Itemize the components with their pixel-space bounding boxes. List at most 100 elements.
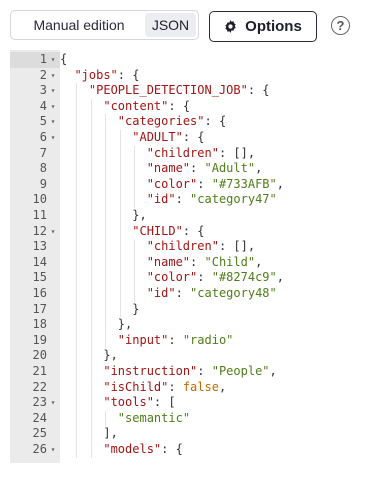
line-number: 17 [32, 301, 47, 316]
code-line: 21 "instruction": "People", [10, 364, 365, 380]
code-line: 5 ▾ "categories": { [10, 114, 365, 130]
indent-guide [134, 239, 136, 255]
indent-guide [76, 348, 78, 364]
indent-guide [76, 208, 78, 224]
indent-guide [134, 254, 136, 271]
fold-toggle-icon[interactable]: ▾ [48, 99, 58, 115]
fold-toggle-icon[interactable]: ▾ [48, 52, 58, 68]
code-content: "children": [], [147, 239, 255, 255]
code-token: : { [204, 114, 227, 129]
code-token: : [197, 176, 212, 191]
indent-guide [105, 332, 107, 349]
code-token: , [255, 254, 263, 269]
code-content: "instruction": "People", [103, 364, 276, 380]
indent-guide [105, 161, 107, 177]
indent-guide [76, 270, 78, 286]
code-token: "Child" [204, 254, 256, 269]
code-content: } [132, 302, 139, 318]
indent-guide [76, 442, 78, 458]
code-token: : { [117, 67, 140, 82]
code-content: "id": "category48" [147, 286, 277, 302]
code-token: : [190, 254, 205, 269]
indent-guide [90, 442, 92, 458]
code-token: "content" [103, 98, 169, 113]
code-line: 18}, [10, 317, 365, 333]
code-content: { [60, 52, 67, 68]
json-editor[interactable]: 1 ▾{2 ▾ "jobs": {3 ▾ "PEOPLE_DETECTION_JOB": … [10, 50, 365, 463]
fold-toggle-icon[interactable]: ▾ [48, 442, 58, 458]
code-token: "PEOPLE_DETECTION_JOB" [88, 83, 248, 98]
code-token: "CHILD" [132, 223, 183, 238]
code-token: : [ [153, 395, 176, 410]
indent-guide [76, 223, 78, 240]
code-token: : [], [218, 239, 256, 254]
code-line: 3 ▾ "PEOPLE_DETECTION_JOB": { [10, 83, 365, 99]
code-content: "PEOPLE_DETECTION_JOB": { [89, 83, 270, 99]
code-token: "children" [146, 239, 219, 254]
code-line: 17} [10, 301, 365, 318]
code-content: "semantic" [118, 411, 190, 427]
fold-toggle-icon[interactable]: ▾ [48, 83, 58, 99]
line-number: 16 [32, 286, 47, 300]
line-number: 26 [32, 442, 47, 456]
fold-toggle-icon[interactable]: ▾ [48, 130, 58, 146]
code-token: : [168, 332, 183, 347]
options-button[interactable]: Options [209, 11, 317, 42]
fold-toggle-icon[interactable]: ▾ [48, 68, 58, 84]
indent-guide [90, 223, 92, 240]
json-tab[interactable]: JSON [145, 13, 196, 37]
code-token: "tools" [103, 395, 154, 410]
line-number: 4 [39, 98, 47, 113]
fold-toggle-icon[interactable]: ▾ [48, 395, 58, 411]
indent-guide [76, 410, 78, 427]
code-line: 11}, [10, 208, 365, 224]
code-token: , [255, 161, 263, 176]
indent-guide [90, 161, 92, 177]
code-token: "semantic" [117, 410, 191, 425]
indent-guide [90, 192, 92, 208]
indent-guide [90, 301, 92, 318]
indent-guide [90, 317, 92, 333]
code-line: 8 "name": "Adult", [10, 161, 365, 177]
code-line: 13 "children": [], [10, 239, 365, 255]
indent-guide [76, 161, 78, 177]
indent-guide [90, 426, 92, 442]
indent-guide [105, 301, 107, 318]
fold-toggle-icon[interactable]: ▾ [48, 224, 58, 240]
indent-guide [105, 239, 107, 255]
code-token: , [218, 379, 227, 394]
line-number: 11 [32, 208, 47, 222]
code-token: } [132, 301, 140, 316]
code-token: "ADULT" [132, 130, 183, 144]
indent-guide [119, 254, 121, 271]
code-line: 22 "isChild": false, [10, 379, 365, 396]
code-token: , [276, 270, 284, 285]
help-icon[interactable]: ? [331, 16, 350, 35]
code-line: 7 "children": [], [10, 145, 365, 162]
indent-guide [76, 395, 78, 411]
code-line: 26 ▾ "models": { [10, 442, 365, 458]
code-content: "ADULT": { [132, 130, 204, 146]
indent-guide [76, 426, 78, 442]
code-token: "#733AFB" [211, 176, 277, 191]
code-content: ], [103, 426, 117, 442]
code-content: "input": "radio" [118, 333, 234, 349]
manual-edition-tab[interactable]: Manual edition [13, 13, 145, 37]
indent-guide [119, 130, 121, 146]
indent-guide [105, 145, 107, 162]
indent-guide [76, 301, 78, 318]
indent-guide [119, 145, 121, 162]
code-content: "color": "#733AFB", [147, 177, 284, 193]
code-token: "name" [146, 254, 191, 269]
code-token: "name" [146, 161, 191, 176]
code-token: "children" [146, 145, 219, 160]
code-token: : [168, 379, 183, 394]
fold-toggle-icon[interactable]: ▾ [48, 114, 58, 130]
indent-guide [134, 192, 136, 208]
code-token: "category48" [190, 286, 277, 300]
code-token: ], [103, 426, 118, 441]
code-line: 24 "semantic" [10, 410, 365, 427]
code-token: }, [132, 208, 147, 222]
indent-guide [90, 130, 92, 146]
code-content: "CHILD": { [132, 224, 204, 240]
